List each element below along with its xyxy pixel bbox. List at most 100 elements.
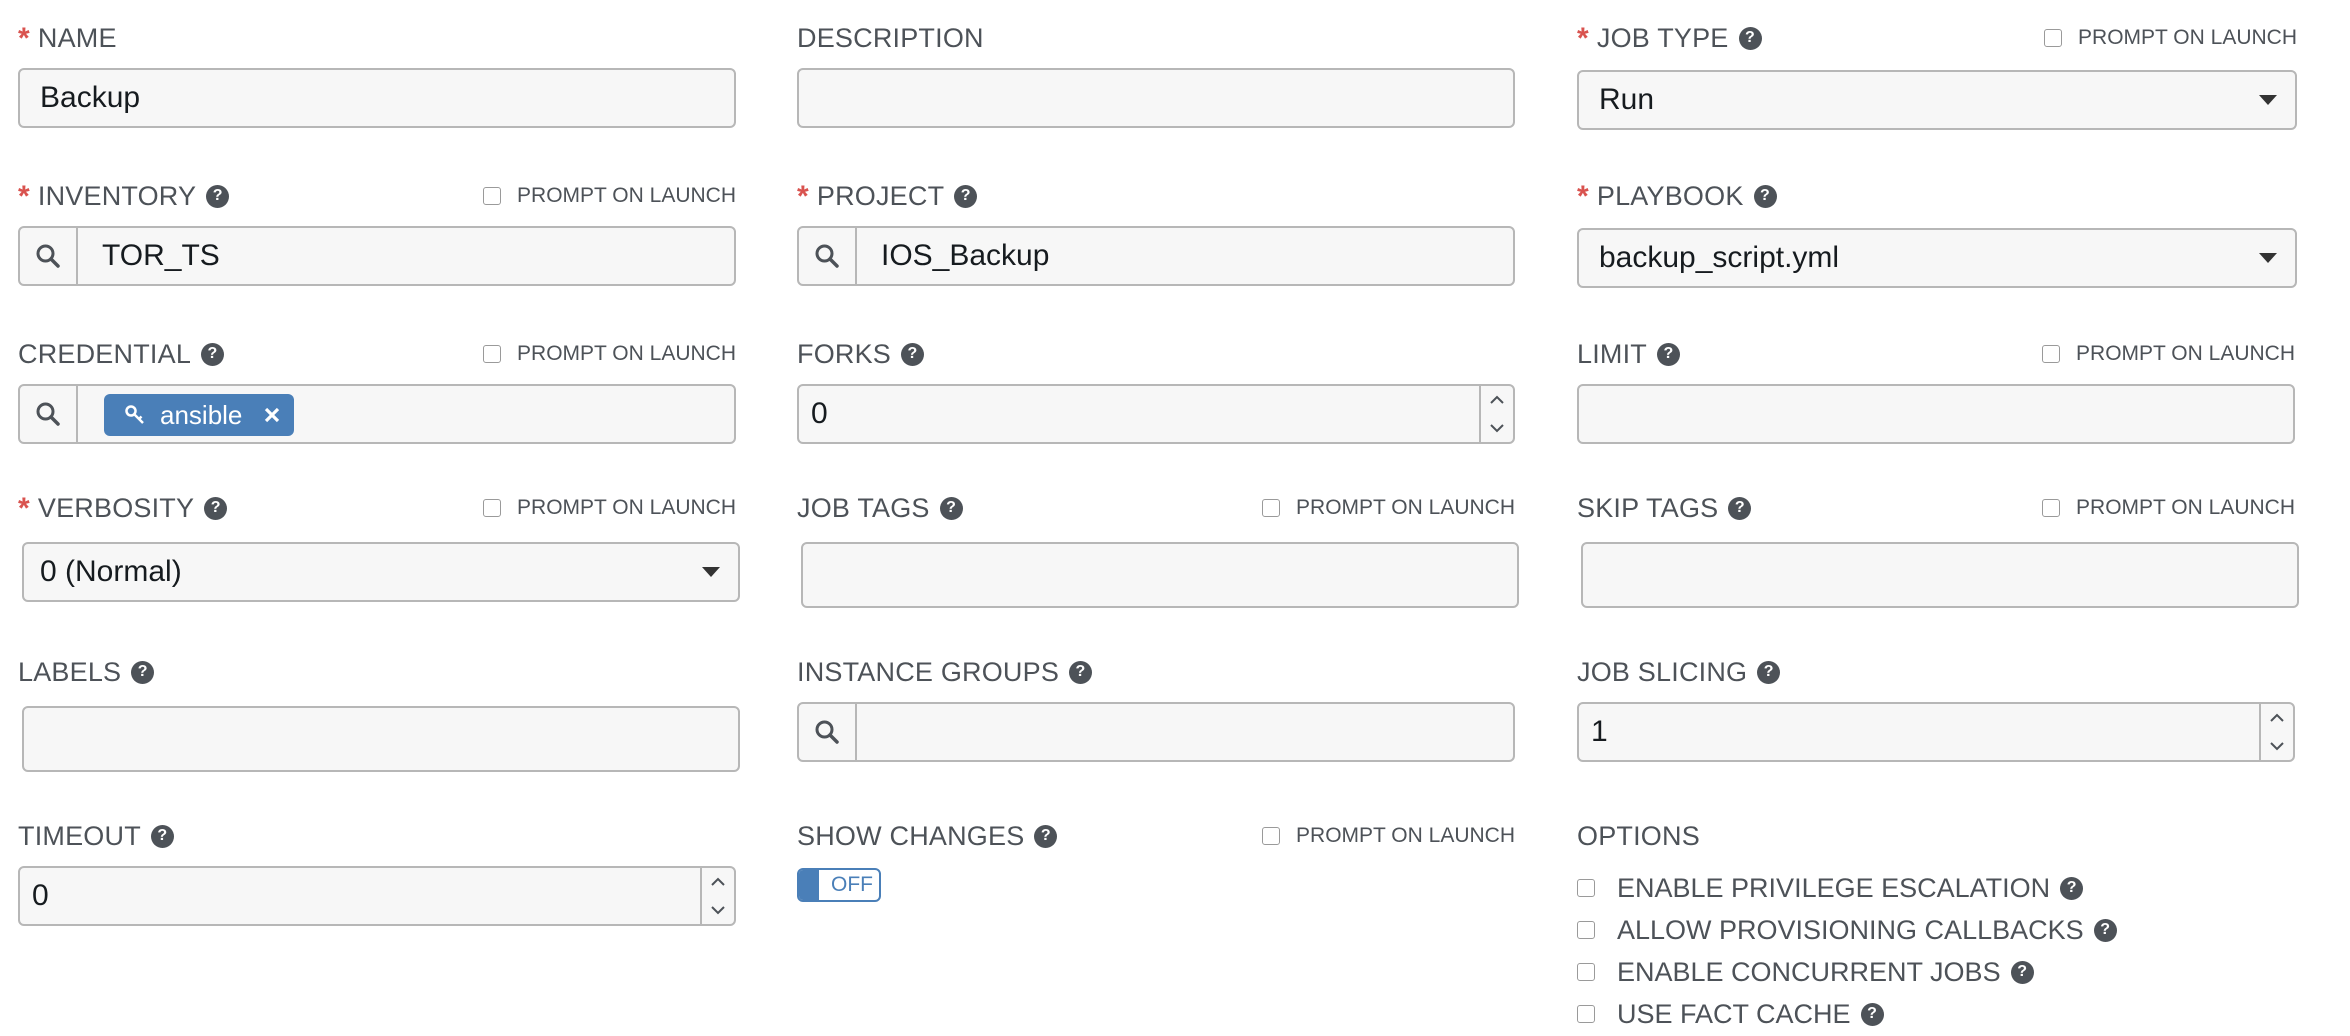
option-checkbox[interactable] [1577, 1005, 1595, 1023]
show-changes-label: SHOW CHANGES? [797, 816, 1058, 856]
project-label: * PROJECT? [797, 176, 978, 216]
timeout-label: TIMEOUT? [18, 816, 174, 856]
project-lookup[interactable]: IOS_Backup [797, 226, 1515, 286]
credential-tag[interactable]: ansible [104, 394, 295, 436]
prompt-on-launch-checkbox[interactable] [483, 499, 502, 517]
chevron-up-icon[interactable] [2261, 704, 2293, 732]
help-icon[interactable]: ? [1034, 824, 1058, 848]
job-slicing-input[interactable]: 1 [1577, 702, 2295, 762]
chevron-down-icon [2259, 253, 2277, 263]
prompt-on-launch-checkbox[interactable] [2044, 29, 2063, 47]
help-icon[interactable]: ? [1753, 184, 1777, 208]
job-tags-input[interactable] [801, 542, 1519, 608]
timeout-field: TIMEOUT? 0 [18, 816, 736, 928]
verbosity-select[interactable]: 0 (Normal) [22, 542, 740, 602]
show-changes-toggle[interactable]: OFF [797, 868, 881, 902]
limit-field: LIMIT? PROMPT ON LAUNCH [1577, 334, 2295, 446]
show-changes-prompt-on-launch[interactable]: PROMPT ON LAUNCH [1262, 818, 1515, 854]
job-type-value: Run [1599, 83, 1655, 116]
job-type-select[interactable]: Run [1577, 70, 2297, 130]
forks-spinner[interactable] [1479, 386, 1513, 442]
prompt-on-launch-checkbox[interactable] [1262, 827, 1281, 845]
option-checkbox[interactable] [1577, 879, 1595, 897]
options-label: OPTIONS [1577, 820, 1700, 851]
help-icon[interactable]: ? [131, 660, 155, 684]
help-icon[interactable]: ? [1657, 342, 1681, 366]
help-icon[interactable]: ? [1757, 660, 1781, 684]
verbosity-label: * VERBOSITY? [18, 488, 228, 528]
help-icon[interactable]: ? [2060, 876, 2084, 900]
name-input[interactable]: Backup [18, 68, 736, 128]
options-field: OPTIONS ENABLE PRIVILEGE ESCALATION? ALL… [1577, 816, 2295, 1032]
skip-tags-prompt-on-launch[interactable]: PROMPT ON LAUNCH [2042, 490, 2295, 526]
help-icon[interactable]: ? [204, 496, 228, 520]
option-allow-provisioning-callbacks[interactable]: ALLOW PROVISIONING CALLBACKS? [1577, 912, 2117, 948]
playbook-value: backup_script.yml [1599, 241, 1840, 274]
help-icon[interactable]: ? [1728, 496, 1752, 520]
help-icon[interactable]: ? [901, 342, 925, 366]
credential-prompt-on-launch[interactable]: PROMPT ON LAUNCH [483, 336, 736, 372]
inventory-label: * INVENTORY? [18, 176, 230, 216]
chevron-up-icon[interactable] [1481, 386, 1513, 414]
description-input[interactable] [797, 68, 1515, 128]
project-search-button[interactable] [799, 228, 857, 284]
limit-input[interactable] [1577, 384, 2295, 444]
playbook-select[interactable]: backup_script.yml [1577, 228, 2297, 288]
skip-tags-input[interactable] [1581, 542, 2299, 608]
timeout-input[interactable]: 0 [18, 866, 736, 926]
help-icon[interactable]: ? [206, 184, 230, 208]
help-icon[interactable]: ? [1069, 660, 1093, 684]
inventory-lookup[interactable]: TOR_TS [18, 226, 736, 286]
search-icon [815, 720, 839, 744]
inventory-prompt-on-launch[interactable]: PROMPT ON LAUNCH [483, 178, 736, 214]
help-icon[interactable]: ? [201, 342, 225, 366]
chevron-down-icon[interactable] [2261, 732, 2293, 760]
timeout-spinner[interactable] [700, 868, 734, 924]
chevron-up-icon[interactable] [702, 868, 734, 896]
job-type-prompt-on-launch[interactable]: PROMPT ON LAUNCH [2044, 20, 2297, 56]
help-icon[interactable]: ? [1860, 1002, 1884, 1026]
forks-label: FORKS? [797, 334, 925, 374]
prompt-on-launch-checkbox[interactable] [483, 345, 502, 363]
verbosity-prompt-on-launch[interactable]: PROMPT ON LAUNCH [483, 490, 736, 526]
option-enable-privilege-escalation[interactable]: ENABLE PRIVILEGE ESCALATION? [1577, 870, 2084, 906]
chevron-down-icon[interactable] [702, 896, 734, 924]
help-icon[interactable]: ? [2093, 918, 2117, 942]
help-icon[interactable]: ? [954, 184, 978, 208]
prompt-on-launch-checkbox[interactable] [483, 187, 502, 205]
credential-lookup[interactable]: ansible [18, 384, 736, 444]
forks-input[interactable]: 0 [797, 384, 1515, 444]
help-icon[interactable]: ? [1738, 26, 1762, 50]
job-slicing-field: JOB SLICING? 1 [1577, 652, 2295, 764]
inventory-value: TOR_TS [102, 239, 220, 272]
help-icon[interactable]: ? [2010, 960, 2034, 984]
instance-groups-search-button[interactable] [799, 704, 857, 760]
option-use-fact-cache[interactable]: USE FACT CACHE? [1577, 996, 1884, 1032]
credential-field: CREDENTIAL? PROMPT ON LAUNCH ansible [18, 334, 736, 446]
option-enable-concurrent-jobs[interactable]: ENABLE CONCURRENT JOBS? [1577, 954, 2034, 990]
chevron-down-icon [2259, 95, 2277, 105]
key-icon [125, 405, 144, 424]
timeout-value: 0 [32, 879, 49, 912]
limit-label: LIMIT? [1577, 334, 1681, 374]
prompt-on-launch-checkbox[interactable] [2042, 499, 2061, 517]
option-checkbox[interactable] [1577, 963, 1595, 981]
help-icon[interactable]: ? [150, 824, 174, 848]
labels-input[interactable] [22, 706, 740, 772]
labels-field: LABELS? [18, 652, 740, 774]
option-checkbox[interactable] [1577, 921, 1595, 939]
instance-groups-lookup[interactable] [797, 702, 1515, 762]
help-icon[interactable]: ? [939, 496, 963, 520]
close-icon[interactable] [264, 407, 280, 423]
skip-tags-label: SKIP TAGS? [1577, 488, 1752, 528]
job-tags-prompt-on-launch[interactable]: PROMPT ON LAUNCH [1262, 490, 1515, 526]
toggle-knob [799, 870, 819, 900]
chevron-down-icon[interactable] [1481, 414, 1513, 442]
job-type-label: * JOB TYPE? [1577, 18, 1762, 58]
job-slicing-spinner[interactable] [2259, 704, 2293, 760]
credential-search-button[interactable] [20, 386, 78, 442]
limit-prompt-on-launch[interactable]: PROMPT ON LAUNCH [2042, 336, 2295, 372]
prompt-on-launch-checkbox[interactable] [2042, 345, 2061, 363]
inventory-search-button[interactable] [20, 228, 78, 284]
prompt-on-launch-checkbox[interactable] [1262, 499, 1281, 517]
